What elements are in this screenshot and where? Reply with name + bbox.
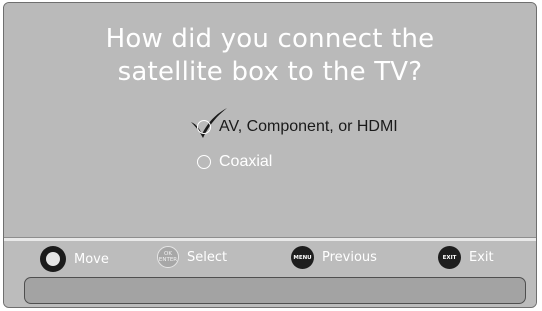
hint-exit: EXIT Exit (438, 246, 494, 269)
hint-select: OK ENTER Select (157, 246, 227, 268)
option-label: Coaxial (219, 153, 273, 170)
info-bar (24, 277, 526, 304)
hint-previous-label: Previous (322, 250, 377, 265)
hint-select-label: Select (187, 249, 228, 265)
option-av-component-hdmi[interactable]: AV, Component, or HDMI (197, 118, 398, 136)
radio-button-icon (197, 155, 211, 169)
setup-panel: How did you connect the satellite box to… (4, 3, 536, 237)
dpad-icon (40, 246, 66, 272)
hint-exit-label: Exit (469, 250, 494, 265)
option-label: AV, Component, or HDMI (219, 118, 398, 135)
hint-previous: MENU Previous (291, 246, 377, 269)
menu-button-icon: MENU (291, 246, 314, 269)
question-line-2: satellite box to the TV? (117, 57, 423, 87)
question-title: How did you connect the satellite box to… (4, 23, 536, 89)
ok-enter-icon: OK ENTER (157, 246, 179, 268)
question-line-1: How did you connect the (105, 24, 435, 54)
option-coaxial[interactable]: Coaxial (197, 153, 272, 171)
hint-move-label: Move (74, 251, 109, 267)
remote-hint-bar: Move OK ENTER Select MENU Previous EXIT … (4, 241, 536, 307)
radio-button-icon (197, 120, 211, 134)
hint-move: Move (40, 246, 109, 272)
exit-button-icon: EXIT (438, 246, 461, 269)
tv-setup-screen: How did you connect the satellite box to… (3, 2, 537, 308)
